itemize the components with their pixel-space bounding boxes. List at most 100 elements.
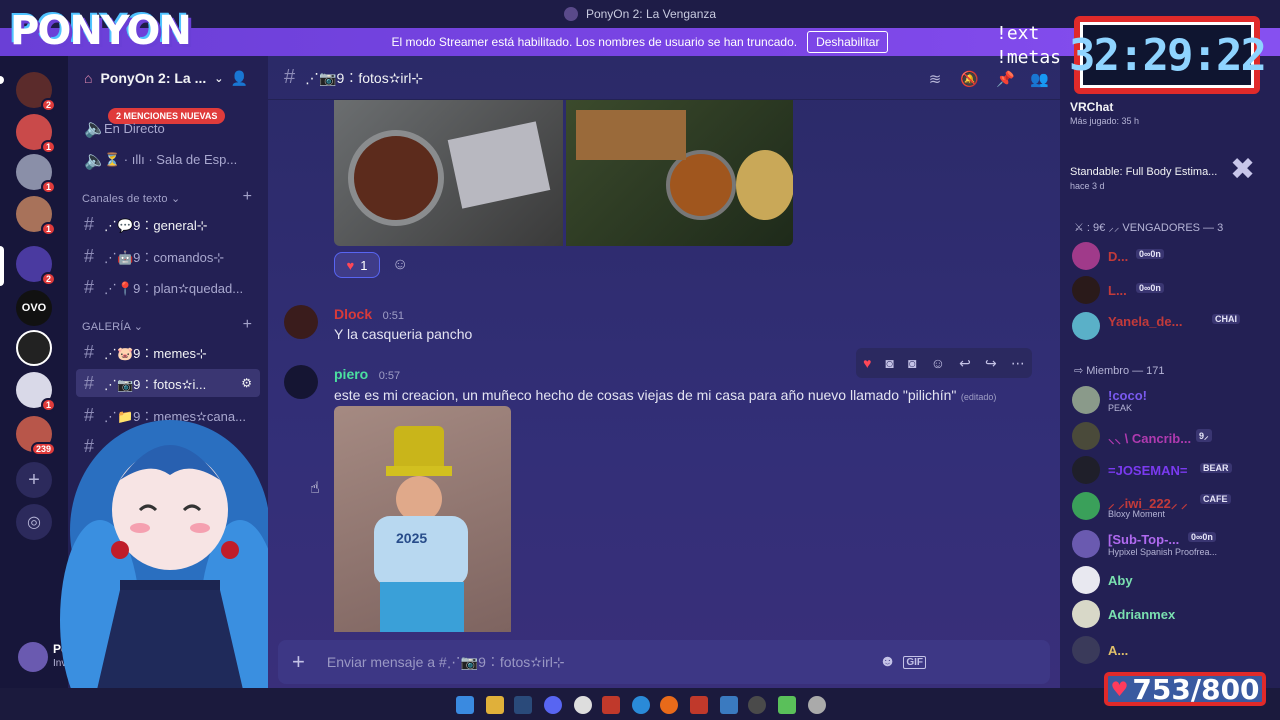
- doll-year: 2025: [396, 530, 428, 546]
- reaction-count: 1: [360, 257, 368, 273]
- server-icon[interactable]: 1: [16, 154, 56, 194]
- edited-label: (editado): [960, 392, 997, 402]
- app-icon[interactable]: [690, 696, 708, 714]
- voice-channel[interactable]: 🔈 En Directo: [76, 114, 260, 142]
- member-item[interactable]: =JOSEMAN= BEAR: [1072, 456, 1272, 488]
- more-icon[interactable]: ⋯: [1011, 355, 1025, 372]
- member-item[interactable]: L... 0∞0n: [1072, 276, 1272, 308]
- pin-icon[interactable]: 📌: [996, 70, 1015, 88]
- member-item[interactable]: Adrianmex: [1072, 600, 1272, 632]
- forward-icon[interactable]: ↪: [985, 355, 997, 372]
- chevron-down-icon: ⌄: [214, 72, 224, 85]
- activity-title: VRChat: [1070, 100, 1114, 114]
- app-icon[interactable]: [748, 696, 766, 714]
- server-badge: 1: [40, 140, 56, 154]
- channel-label: En Directo: [104, 120, 165, 136]
- avatar: [1072, 242, 1100, 270]
- server-icon[interactable]: 1: [16, 196, 56, 236]
- chat-area: # ⋰📷9︰fotos✫irl⊹ ≋ 🔕 📌 👥 ♥ 1 ☺ Dlock 0:5…: [268, 56, 1060, 720]
- member-list-icon[interactable]: 👥: [1030, 70, 1049, 88]
- category-text-channels[interactable]: Canales de texto ⌄: [82, 192, 180, 205]
- member-status: Bloxy Moment: [1108, 509, 1166, 519]
- avatar: [1072, 600, 1100, 628]
- reply-icon[interactable]: ↩: [959, 355, 971, 372]
- voice-channel[interactable]: 🔈 ⏳ · ıllı · Sala de Esp...: [76, 146, 260, 174]
- threads-icon[interactable]: ≋: [926, 70, 944, 88]
- emoji-icon[interactable]: ☻: [879, 653, 896, 671]
- member-item[interactable]: ⸜⸜ \ Cancrib... 9⸝: [1072, 422, 1272, 454]
- mute-icon[interactable]: 🔕: [960, 70, 979, 88]
- message-body: este es mi creacion, un muñeco hecho de …: [334, 387, 1034, 405]
- server-icon[interactable]: OVO: [16, 290, 52, 326]
- window-title: PonyOn 2: La Venganza: [585, 7, 717, 21]
- avatar[interactable]: [284, 365, 318, 399]
- app-icon[interactable]: [778, 696, 796, 714]
- vscode-icon[interactable]: [720, 696, 738, 714]
- channel-plan[interactable]: # ⋰📍9︰plan✫quedad...: [76, 273, 260, 301]
- message-timestamp: 0:51: [382, 310, 404, 322]
- message-author[interactable]: piero: [334, 366, 368, 382]
- add-reaction-icon[interactable]: ☺: [392, 256, 408, 274]
- guild-header[interactable]: ⌂ PonyOn 2: La ... ⌄ 👤: [68, 56, 268, 100]
- channel-comandos[interactable]: # ⋰🤖9︰comandos⊹: [76, 242, 260, 270]
- member-item[interactable]: Aby: [1072, 566, 1272, 598]
- member-item[interactable]: Yanela_de... CHAI: [1072, 312, 1272, 344]
- unread-pill: [0, 76, 4, 84]
- add-channel-icon[interactable]: +: [243, 188, 252, 206]
- message-composer[interactable]: + Enviar mensaje a #⋰📷9︰fotos✫irl⊹ ☻ GIF: [278, 640, 1050, 684]
- message-header: piero 0:57: [334, 366, 400, 384]
- folder-icon[interactable]: [486, 696, 504, 714]
- emoji-icon[interactable]: ◙: [886, 355, 894, 371]
- chatgpt-icon[interactable]: [574, 696, 592, 714]
- add-channel-icon[interactable]: +: [243, 316, 252, 334]
- category-gallery[interactable]: GALERÍA ⌄: [82, 320, 143, 333]
- gear-icon[interactable]: ⚙: [241, 376, 252, 390]
- reaction-heart[interactable]: ♥ 1: [334, 252, 380, 278]
- member-item[interactable]: A...: [1072, 636, 1272, 668]
- attachment-image[interactable]: [566, 100, 793, 246]
- message-author[interactable]: Dlock: [334, 306, 372, 322]
- emoji-icon[interactable]: ◙: [908, 355, 916, 371]
- member-item[interactable]: [Sub-Top-... 0∞0n Hypixel Spanish Proofrea…: [1072, 530, 1272, 562]
- edge-icon[interactable]: [632, 696, 650, 714]
- message-timestamp: 0:57: [378, 370, 401, 382]
- server-icon[interactable]: 2: [16, 246, 56, 286]
- channel-memes[interactable]: # ⋰🐷9︰memes⊹: [76, 338, 260, 366]
- member-item[interactable]: !coco! PEAK: [1072, 386, 1272, 418]
- gif-icon[interactable]: GIF: [903, 655, 926, 669]
- server-icon[interactable]: 2: [16, 72, 56, 112]
- add-reaction-icon[interactable]: ☺: [931, 355, 945, 371]
- server-icon[interactable]: 1: [16, 114, 56, 154]
- discord-icon[interactable]: [544, 696, 562, 714]
- firefox-icon[interactable]: [660, 696, 678, 714]
- app-icon[interactable]: [602, 696, 620, 714]
- composer-placeholder: Enviar mensaje a #⋰📷9︰fotos✫irl⊹: [326, 654, 565, 670]
- channel-label: ⋰🐷9︰memes⊹: [104, 345, 207, 361]
- member-tag: 0∞0n: [1188, 532, 1216, 542]
- start-icon[interactable]: [456, 696, 474, 714]
- member-name: Yanela_de...: [1108, 314, 1183, 329]
- invite-icon[interactable]: 👤: [231, 70, 248, 87]
- hash-icon: #: [84, 341, 95, 362]
- vtuber-avatar: [60, 420, 280, 720]
- role-group-header: ⇨ Miembro — 171: [1074, 365, 1165, 377]
- app-icon[interactable]: [808, 696, 826, 714]
- disable-streamer-button[interactable]: Deshabilitar: [807, 31, 889, 53]
- channel-label: ⏳ · ıllı · Sala de Esp...: [104, 152, 238, 167]
- heart-icon[interactable]: ♥: [863, 355, 871, 371]
- channel-general[interactable]: # ⋰💬9︰general⊹: [76, 210, 260, 238]
- server-icon[interactable]: [16, 330, 52, 366]
- steam-icon[interactable]: [514, 696, 532, 714]
- attachment-image[interactable]: [334, 100, 563, 246]
- avatar: [1072, 312, 1100, 340]
- attach-plus-icon[interactable]: +: [292, 649, 305, 675]
- heart-icon: ♥: [1110, 677, 1129, 701]
- member-item[interactable]: D... 0∞0n: [1072, 242, 1272, 274]
- member-item[interactable]: ⸝ ⸝iwi_222⸝ ⸝ CAFE Bloxy Moment: [1072, 492, 1272, 524]
- attachment-image[interactable]: 2025: [334, 406, 511, 632]
- avatar[interactable]: [284, 305, 318, 339]
- ext-text: !ext: [996, 23, 1040, 44]
- channel-label: ⋰📍9︰plan✫quedad...: [104, 280, 244, 296]
- activity-sub: Más jugado: 35 h: [1070, 116, 1140, 126]
- speaker-icon: 🔈: [84, 149, 107, 170]
